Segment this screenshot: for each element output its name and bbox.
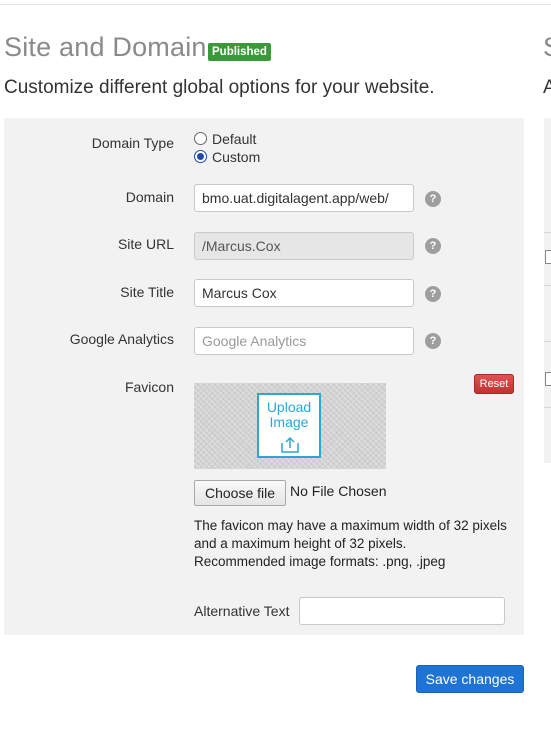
top-divider: [0, 4, 551, 5]
site-url-label: Site URL: [117, 236, 174, 252]
site-title-label: Site Title: [120, 284, 174, 300]
next-card-checkbox[interactable]: [545, 372, 551, 386]
google-analytics-help-icon[interactable]: ?: [425, 333, 441, 349]
page-subtitle: Customize different global options for y…: [4, 77, 435, 98]
next-card-panel: [544, 118, 551, 463]
status-badge: Published: [208, 43, 271, 61]
radio-custom[interactable]: [194, 150, 207, 163]
choose-file-button[interactable]: Choose file: [194, 480, 286, 506]
domain-help-icon[interactable]: ?: [425, 191, 441, 207]
favicon-note: The favicon may have a maximum width of …: [194, 517, 514, 571]
favicon-note-line: and a maximum height of 32 pixels.: [194, 536, 407, 551]
next-card-divider: [544, 285, 551, 286]
favicon-note-line: Recommended image formats: .png, .jpeg: [194, 554, 446, 569]
page-title: Site and Domain: [4, 32, 207, 62]
google-analytics-label: Google Analytics: [69, 331, 174, 347]
domain-type-default-option[interactable]: Default: [194, 130, 256, 148]
next-card-divider: [544, 232, 551, 233]
domain-type-custom-option[interactable]: Custom: [194, 148, 260, 166]
alt-text-label: Alternative Text: [194, 603, 290, 619]
radio-default[interactable]: [194, 132, 207, 145]
favicon-dropzone[interactable]: Upload Image: [194, 383, 386, 469]
next-card-divider: [544, 407, 551, 408]
site-url-input: /Marcus.Cox: [194, 232, 414, 260]
file-status: No File Chosen: [290, 483, 387, 499]
alt-text-input[interactable]: [299, 597, 505, 625]
domain-type-label: Domain Type: [91, 135, 174, 151]
favicon-label: Favicon: [124, 379, 174, 395]
next-card-title: S: [543, 32, 551, 63]
save-changes-button[interactable]: Save changes: [416, 665, 524, 693]
reset-button[interactable]: Reset: [474, 374, 514, 394]
next-card-subtitle: A: [543, 77, 551, 98]
domain-label: Domain: [125, 189, 174, 205]
upload-arrow-icon: [281, 436, 299, 453]
favicon-note-line: The favicon may have a maximum width of …: [194, 518, 507, 533]
domain-input[interactable]: bmo.uat.digitalagent.app/web/: [194, 184, 414, 212]
site-url-help-icon[interactable]: ?: [425, 238, 441, 254]
upload-image-tile[interactable]: Upload Image: [257, 393, 321, 458]
google-analytics-input[interactable]: Google Analytics: [194, 327, 414, 355]
next-card-checkbox[interactable]: [545, 250, 551, 264]
radio-default-label: Default: [212, 131, 257, 147]
upload-image-text: Upload Image: [266, 399, 312, 430]
site-title-help-icon[interactable]: ?: [425, 286, 441, 302]
radio-custom-label: Custom: [212, 149, 261, 165]
site-title-input[interactable]: Marcus Cox: [194, 279, 414, 307]
next-card-divider: [544, 341, 551, 342]
